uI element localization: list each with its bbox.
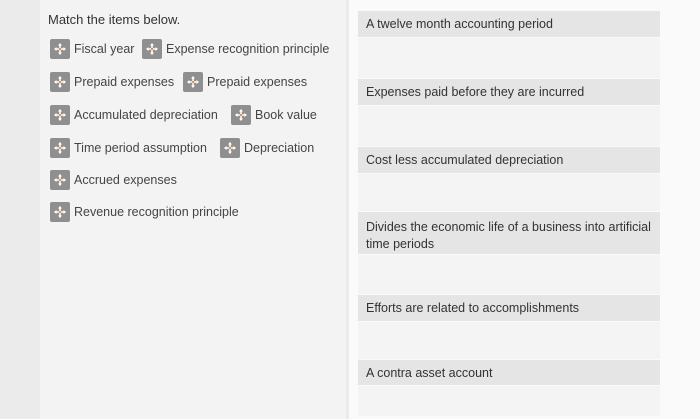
target-label-2: Expenses paid before they are incurred xyxy=(358,79,660,105)
drag-item-label: Fiscal year xyxy=(74,42,135,56)
instructions-text: Match the items below. xyxy=(48,12,181,27)
move-arrows-icon[interactable] xyxy=(142,39,162,59)
drop-zone-1[interactable] xyxy=(358,38,660,78)
target-text: Divides the economic life of a business … xyxy=(366,220,651,251)
move-arrows-icon[interactable] xyxy=(50,202,70,222)
drag-item-prepaid-expenses[interactable]: Prepaid expenses xyxy=(50,71,174,93)
drag-item-fiscal-year[interactable]: Fiscal year xyxy=(50,38,134,60)
drag-item-label: Prepaid expenses xyxy=(74,75,175,89)
move-arrows-icon[interactable] xyxy=(220,138,240,158)
move-arrows-icon[interactable] xyxy=(50,39,70,59)
target-text: A twelve month accounting period xyxy=(366,17,553,31)
move-arrows-icon[interactable] xyxy=(50,170,70,190)
drag-item-label: Book value xyxy=(255,108,317,122)
drag-item-accumulated-depreciation[interactable]: Accumulated depreciation xyxy=(50,104,218,126)
move-arrows-icon[interactable] xyxy=(50,138,70,158)
drop-zone-6[interactable] xyxy=(358,386,660,416)
drop-zone-5[interactable] xyxy=(358,322,660,359)
drag-item-revenue-recognition-principle[interactable]: Revenue recognition principle xyxy=(50,201,239,223)
drag-item-label: Depreciation xyxy=(244,141,315,155)
move-arrows-icon[interactable] xyxy=(50,72,70,92)
target-label-4: Divides the economic life of a business … xyxy=(358,212,660,254)
drag-item-label: Accrued expenses xyxy=(74,173,177,187)
target-label-6: A contra asset account xyxy=(358,360,660,385)
drop-zone-2[interactable] xyxy=(358,106,660,146)
target-label-1: A twelve month accounting period xyxy=(358,11,660,37)
drag-item-accrued-expenses[interactable]: Accrued expenses xyxy=(50,169,177,191)
drag-item-label: Expense recognition principle xyxy=(166,42,330,56)
drag-item-book-value[interactable]: Book value xyxy=(231,104,317,126)
move-arrows-icon[interactable] xyxy=(183,72,203,92)
target-label-5: Efforts are related to accomplishments xyxy=(358,295,660,321)
drag-item-label: Prepaid expenses xyxy=(207,75,308,89)
drag-item-label: Revenue recognition principle xyxy=(74,205,239,219)
target-label-3: Cost less accumulated depreciation xyxy=(358,147,660,173)
move-arrows-icon[interactable] xyxy=(231,105,251,125)
drag-item-expense-recognition-principle[interactable]: Expense recognition principle xyxy=(142,38,329,60)
drag-item-time-period-assumption[interactable]: Time period assumption xyxy=(50,137,207,159)
drag-item-label: Accumulated depreciation xyxy=(74,108,218,122)
target-text: Cost less accumulated depreciation xyxy=(366,153,564,167)
target-text: Expenses paid before they are incurred xyxy=(366,85,585,99)
drag-item-prepaid-expenses-2[interactable]: Prepaid expenses xyxy=(183,71,307,93)
drag-item-label: Time period assumption xyxy=(74,141,207,155)
drop-zone-4[interactable] xyxy=(358,255,660,294)
move-arrows-icon[interactable] xyxy=(50,105,70,125)
drop-zone-3[interactable] xyxy=(358,174,660,211)
target-text: Efforts are related to accomplishments xyxy=(366,301,580,315)
target-text: A contra asset account xyxy=(366,365,493,380)
drag-item-depreciation[interactable]: Depreciation xyxy=(220,137,314,159)
